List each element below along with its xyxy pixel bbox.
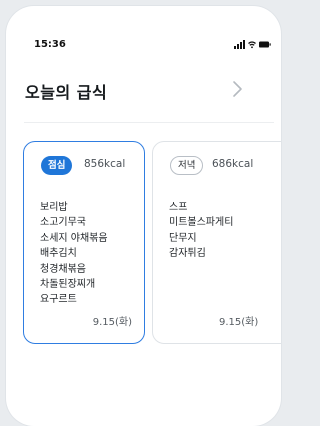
menu-item: 요구르트 [40, 294, 77, 306]
meal-kcal: 686kcal [212, 158, 254, 170]
menu-item: 청경채볶음 [40, 263, 86, 275]
menu-item: 차돌된장찌개 [40, 279, 96, 291]
meal-card-lunch[interactable]: 점심 856kcal 보리밥 소고기무국 소세지 야채볶음 배추김치 청경채볶음… [23, 141, 145, 344]
menu-list: 스프 미트볼스파게티 단무지 감자튀김 [169, 200, 233, 262]
wifi-icon [248, 41, 256, 49]
menu-item: 보리밥 [40, 202, 68, 213]
menu-item: 배추김치 [40, 248, 77, 260]
meal-date: 9.15(화) [92, 317, 132, 328]
menu-item: 감자튀김 [169, 248, 206, 260]
menu-item: 미트볼스파게티 [169, 217, 234, 229]
page-title: 오늘의 급식 [25, 83, 108, 102]
menu-item: 소세지 야채볶음 [40, 232, 108, 244]
menu-item: 스프 [169, 202, 188, 213]
header-divider [24, 122, 274, 123]
meal-type-badge: 저녁 [170, 156, 204, 175]
meal-date: 9.15(화) [219, 317, 259, 328]
signal-icon [234, 40, 245, 49]
meal-card-dinner[interactable]: 저녁 686kcal 스프 미트볼스파게티 단무지 감자튀김 9.15(화) [152, 141, 281, 344]
status-icons [234, 40, 271, 49]
status-time: 15:36 [34, 39, 66, 50]
battery-icon [259, 41, 271, 48]
meal-type-badge: 점심 [41, 156, 73, 175]
chevron-right-icon[interactable] [229, 77, 247, 101]
menu-item: 단무지 [169, 232, 197, 244]
menu-item: 소고기무국 [40, 217, 86, 229]
phone-screen: 15:36 오늘의 급식 점심 856kcal 보리밥 소고기무국 소세지 야채… [6, 6, 281, 426]
menu-list: 보리밥 소고기무국 소세지 야채볶음 배추김치 청경채볶음 차돌된장찌개 요구르… [40, 200, 108, 308]
meal-kcal: 856kcal [84, 158, 126, 170]
